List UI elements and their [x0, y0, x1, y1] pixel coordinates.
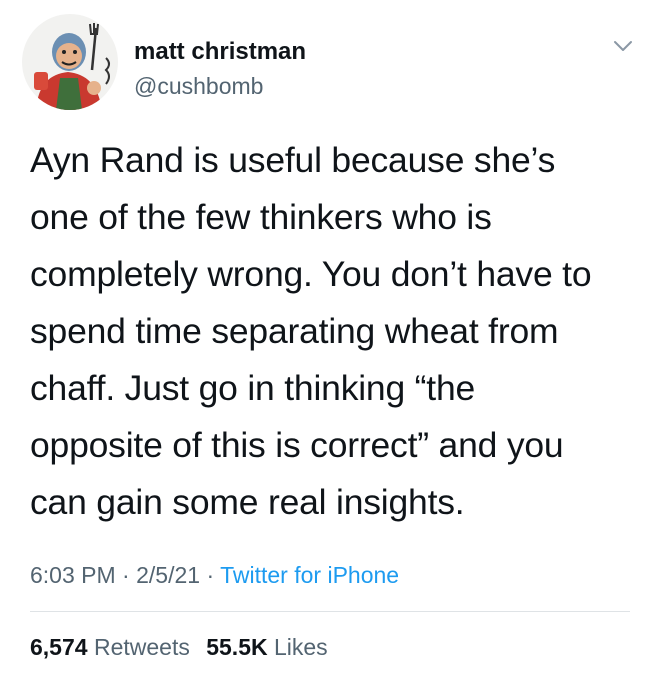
- author-display-name[interactable]: matt christman: [134, 38, 306, 66]
- author-handle[interactable]: @cushbomb: [134, 72, 263, 100]
- tweet-text-line: one of the few thinkers who is: [30, 197, 492, 237]
- tweet-text-line: chaff. Just go in thinking “the: [30, 368, 476, 408]
- chevron-down-icon[interactable]: [612, 38, 634, 54]
- tweet-text-line: opposite of this is correct” and you: [30, 425, 564, 465]
- tweet-date[interactable]: 2/5/21: [136, 562, 200, 588]
- likes-count: 55.5K: [206, 634, 268, 660]
- tweet-text-line: Ayn Rand is useful because she’s: [30, 140, 556, 180]
- tweet-meta: 6:03 PM · 2/5/21 · Twitter for iPhone: [30, 560, 399, 590]
- tweet-source-link[interactable]: Twitter for iPhone: [220, 562, 399, 588]
- meta-separator: ·: [206, 562, 215, 588]
- retweets-count: 6,574: [30, 634, 88, 660]
- retweets-label: Retweets: [93, 634, 190, 660]
- likes-label: Likes: [273, 634, 328, 660]
- likes-stat[interactable]: 55.5K Likes: [206, 634, 327, 660]
- tweet-stats: 6,574 Retweets 55.5K Likes: [30, 632, 338, 662]
- tweet-text: Ayn Rand is useful because she’s one of …: [30, 132, 640, 531]
- divider: [30, 611, 630, 612]
- avatar[interactable]: [22, 14, 118, 110]
- tweet-text-line: completely wrong. You don’t have to: [30, 254, 592, 294]
- retweets-stat[interactable]: 6,574 Retweets: [30, 634, 190, 660]
- tweet-text-line: spend time separating wheat from: [30, 311, 559, 351]
- tweet-time[interactable]: 6:03 PM: [30, 562, 116, 588]
- tweet-card: matt christman @cushbomb Ayn Rand is use…: [0, 0, 660, 680]
- tweet-text-line: can gain some real insights.: [30, 482, 465, 522]
- meta-separator: ·: [122, 562, 130, 588]
- cartoon-chef-avatar-icon: [22, 14, 118, 110]
